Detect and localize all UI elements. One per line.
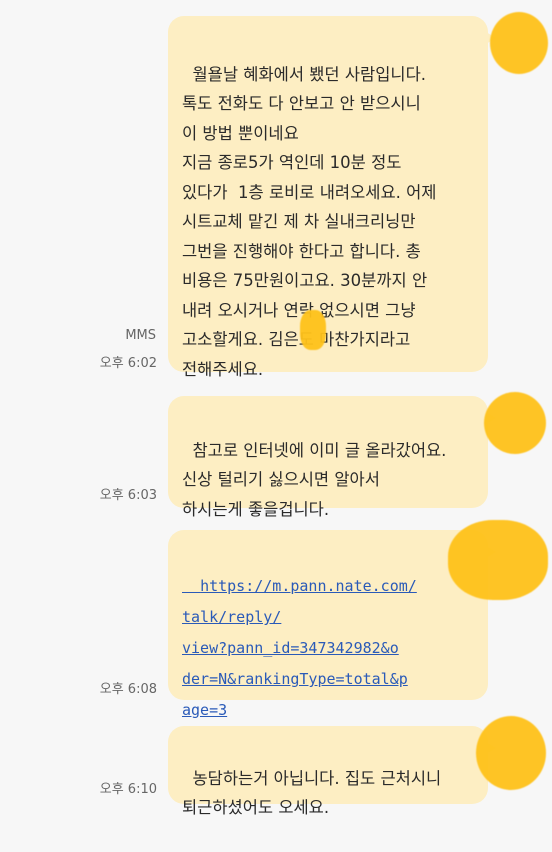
link-text[interactable]: https://m.pann.nate.com/ talk/reply/ vie…: [182, 577, 417, 719]
message-bubble[interactable]: 월욜날 혜화에서 뵀던 사람입니다. 톡도 전화도 다 안보고 안 받으시니 이…: [168, 16, 496, 379]
message-time: 오후 6:03: [99, 488, 157, 503]
message-time: 오후 6:10: [99, 782, 157, 797]
message-bubble[interactable]: 참고로 인터넷에 이미 글 올라갔어요. 신상 털리기 싫으시면 알아서 하시는…: [168, 396, 496, 519]
message-text: 참고로 인터넷에 이미 글 올라갔어요. 신상 털리기 싫으시면 알아서 하시는…: [182, 440, 447, 519]
redaction-scribble: [484, 392, 546, 454]
link-message-bubble[interactable]: https://m.pann.nate.com/ talk/reply/ vie…: [168, 530, 496, 719]
message-text: 농담하는거 아닙니다. 집도 근처시니 퇴근하셨어도 오세요.: [182, 768, 442, 818]
message-time: 오후 6:08: [99, 682, 157, 697]
redaction-scribble: [476, 716, 546, 790]
message-bubble[interactable]: 농담하는거 아닙니다. 집도 근처시니 퇴근하셨어도 오세요.: [168, 726, 496, 817]
redaction-scribble: [490, 12, 548, 74]
message-type-label: MMS: [125, 328, 156, 343]
redaction-scribble: [448, 520, 548, 600]
message-time: 오후 6:02: [99, 356, 157, 371]
redaction-scribble: [300, 310, 326, 350]
